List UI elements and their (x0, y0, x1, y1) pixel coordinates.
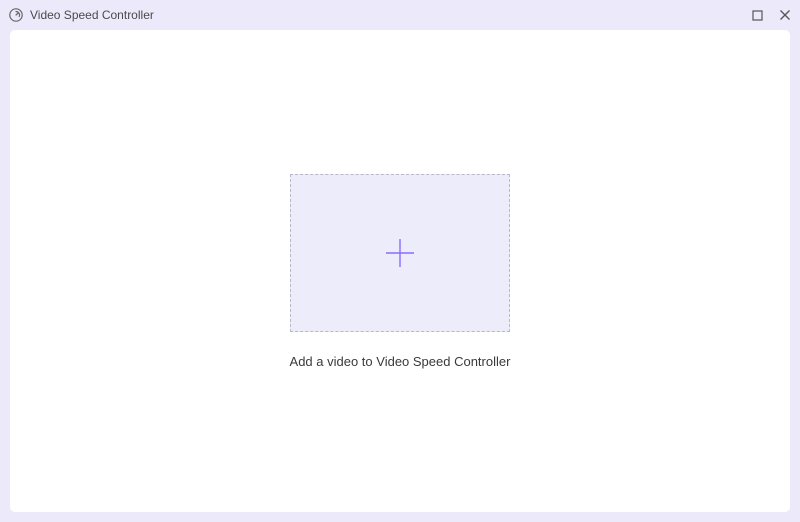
main-panel: Add a video to Video Speed Controller (10, 30, 790, 512)
titlebar-controls (750, 8, 792, 22)
add-video-dropzone[interactable] (290, 174, 510, 332)
plus-icon (380, 233, 420, 273)
app-icon (8, 7, 24, 23)
maximize-button[interactable] (750, 8, 764, 22)
instruction-text: Add a video to Video Speed Controller (290, 354, 511, 369)
titlebar-left: Video Speed Controller (8, 7, 154, 23)
close-button[interactable] (778, 8, 792, 22)
titlebar: Video Speed Controller (0, 0, 800, 30)
app-title: Video Speed Controller (30, 8, 154, 22)
